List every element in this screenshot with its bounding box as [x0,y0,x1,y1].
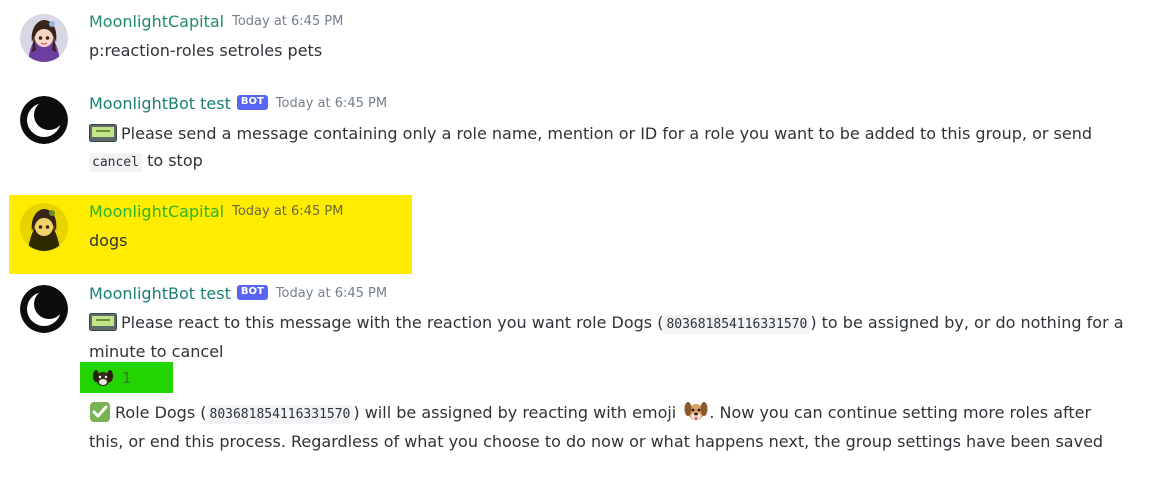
reaction-count: 1 [122,368,132,387]
inline-code: cancel [89,153,142,172]
dog-emoji-icon [683,399,709,423]
bot-tag: BOT [236,95,268,110]
bot-avatar[interactable] [20,285,68,333]
message-text: to stop [147,151,203,170]
white-check-mark-emoji-icon [89,401,111,423]
message-text: ) will be assigned by reacting with emoj… [353,403,677,422]
crescent-moon-avatar [20,285,68,333]
reaction-button[interactable]: 1 [80,362,173,393]
username[interactable]: MoonlightCapital [89,12,224,31]
timestamp: Today at 6:45 PM [232,14,344,29]
message-text: Role Dogs ( [115,403,207,422]
message-text: p:reaction-roles setroles pets [89,41,323,60]
username[interactable]: MoonlightCapital [89,202,224,221]
timestamp: Today at 6:45 PM [275,96,388,111]
username[interactable]: MoonlightBot test [89,94,231,113]
user-avatar[interactable] [20,203,68,251]
pager-emoji-icon [89,123,117,142]
inline-code: 803681854116331570 [663,315,811,334]
message-text: Please react to this message with the re… [121,313,664,332]
dog-emoji-icon [93,369,113,386]
bot-avatar[interactable] [20,96,68,144]
user-avatar[interactable] [20,14,68,62]
inline-code: 803681854116331570 [206,405,354,424]
pager-emoji-icon [89,312,117,331]
timestamp: Today at 6:45 PM [275,286,388,301]
message-text: dogs [89,231,128,250]
username[interactable]: MoonlightBot test [89,284,231,303]
message-text: Please send a message containing only a … [121,124,1092,143]
crescent-moon-avatar [20,96,68,144]
bot-tag: BOT [236,285,268,300]
timestamp: Today at 6:45 PM [232,204,344,219]
